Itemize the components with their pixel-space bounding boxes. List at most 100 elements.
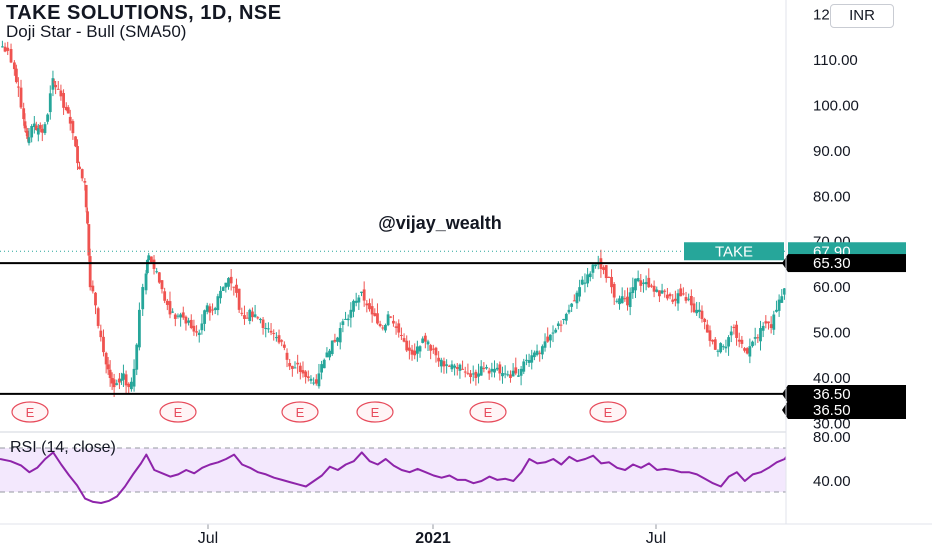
candle [697,302,701,319]
candle [442,357,446,374]
price-chart[interactable]: EEEEEE 30.0040.0050.0060.0070.0080.0090.… [0,0,932,550]
level-price-tag: 65.30 [782,254,906,273]
candle [471,365,475,382]
candle [658,290,661,303]
candle [479,360,483,376]
price-tick-label: 80.00 [813,188,851,205]
candle [373,308,377,317]
currency-button[interactable]: INR [830,4,894,28]
earnings-marker-label: E [604,405,613,420]
candle [437,351,441,367]
candle [32,116,36,134]
candle [219,286,222,304]
candle [695,301,699,316]
candle [365,300,369,313]
time-axis[interactable]: Jul 2021 Jul [198,524,666,547]
candle [708,325,712,347]
earnings-marker[interactable]: E [11,401,49,423]
rsi-title: RSI (14, close) [10,439,116,456]
candle [644,275,648,291]
candle [509,370,512,383]
candle [783,288,786,300]
candle [434,346,438,363]
candle [3,42,7,53]
candle [127,382,131,394]
candle [732,324,736,335]
candle [559,320,563,333]
candle [179,312,183,327]
candle [290,365,294,377]
candle [104,351,108,374]
earnings-marker[interactable]: E [356,401,394,423]
candle [652,280,656,298]
candle [213,306,217,315]
earnings-marker[interactable]: E [589,401,627,423]
candle [511,363,515,377]
candle [578,279,582,302]
candle [525,354,528,366]
candle [463,366,467,378]
candle [458,363,462,379]
candle [296,354,300,374]
candle [631,277,635,299]
candle [256,316,260,320]
symbol-tag: TAKE [684,242,784,261]
candle [429,343,433,360]
candle [777,294,781,317]
candle [498,361,502,381]
indicator-label: Doji Star - Bull (SMA50) [6,22,187,41]
earnings-marker[interactable]: E [281,401,319,423]
candle [493,360,496,378]
candle [405,335,409,353]
candle [764,315,768,329]
candle [583,273,587,293]
candle [346,314,350,327]
candle [192,319,196,336]
candle [160,279,164,294]
candle [135,343,139,376]
candle [737,332,741,348]
candle [684,291,688,304]
candle [660,283,664,295]
earnings-marker-label: E [296,405,305,420]
candle [243,305,246,325]
candle [362,281,366,307]
candle [352,299,355,318]
candle [293,361,297,369]
candle [679,283,683,297]
candle [604,264,608,283]
candle [189,314,193,330]
candle [132,359,136,392]
candle [216,293,220,316]
candle [711,339,715,345]
earnings-marker[interactable]: E [159,401,197,423]
earnings-marker[interactable]: E [469,401,507,423]
candle [48,85,52,120]
candle [155,267,159,274]
candle [115,379,119,386]
candle [748,338,752,364]
candle [753,327,757,346]
candle [756,334,760,343]
candle [650,283,653,288]
candle [122,364,125,388]
candle [580,276,584,286]
candle [495,363,499,371]
candle [71,119,75,140]
candle [426,339,430,351]
candle [96,306,100,329]
candle [461,360,464,370]
price-tick-label: 90.00 [813,143,851,160]
candle [94,291,97,315]
time-tick-label: 2021 [415,530,451,547]
candle [99,324,103,342]
candle [280,339,284,347]
candle [687,293,691,302]
price-tick-label: 40.00 [813,370,851,387]
candle [567,304,571,315]
candle [232,286,236,296]
candle [455,363,459,376]
candle [205,302,209,315]
price-tick-label: 50.00 [813,325,851,342]
candle [501,366,504,384]
